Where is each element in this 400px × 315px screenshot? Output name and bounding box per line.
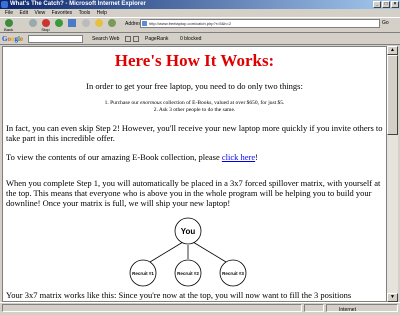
google-toolbar: Google Search Web PageRank 0 blocked [0,33,400,45]
window-title: What's The Catch? - Microsoft Internet E… [10,1,146,7]
paragraph-ebook-link: To view the contents of our amazing E-Bo… [6,152,384,162]
menu-view[interactable]: View [34,10,45,16]
google-option-2[interactable] [133,36,139,42]
go-button[interactable]: Go [382,19,398,28]
favorites-button[interactable] [93,19,104,32]
refresh-icon [54,19,63,27]
forward-button[interactable] [27,19,38,32]
star-icon [94,19,103,27]
stop-icon [41,19,50,27]
status-zone: Internet [326,304,398,313]
click-here-link[interactable]: click here [222,152,255,162]
node-recruit-2-label: Recruit #2 [177,271,199,276]
title-bar: What's The Catch? - Microsoft Internet E… [0,0,400,9]
vertical-scrollbar[interactable]: ▲ ▼ [387,46,398,302]
matrix-diagram: You Recruit #1 Recruit #2 Recruit #3 [129,217,247,287]
para2-end: ! [255,152,258,162]
close-button[interactable]: × [391,1,399,8]
back-label: Back [4,27,13,32]
back-button[interactable]: Back [3,19,14,32]
search-icon [81,19,90,27]
address-input[interactable]: http://www.freelaptop.com/catch.php?r=5&… [140,19,380,28]
ie-logo-icon [1,1,8,8]
menu-help[interactable]: Help [97,10,107,16]
paragraph-matrix-works: Your 3x7 matrix works like this: Since y… [6,290,352,300]
status-bar: Internet [0,302,400,313]
page-content: Here's How It Works: In order to get you… [2,46,387,302]
menu-edit[interactable]: Edit [19,10,28,16]
steps-list: 1. Purchase our enormous collection of E… [3,100,386,114]
google-search-input[interactable] [28,35,83,43]
popup-blocked-counter[interactable]: 0 blocked [180,36,201,42]
node-you-label: You [181,227,196,236]
stop-label: Stop [41,27,50,32]
scroll-down-button[interactable]: ▼ [387,293,398,302]
home-button[interactable] [66,19,77,32]
stop-button[interactable]: Stop [40,19,51,32]
menu-file[interactable]: File [5,10,13,16]
node-recruit-3-label: Recruit #3 [222,271,244,276]
search-web-button[interactable]: Search Web [92,36,119,42]
refresh-button[interactable] [53,19,64,32]
menu-favorites[interactable]: Favorites [52,10,73,16]
google-logo: Google [2,35,24,43]
google-option-1[interactable] [125,36,131,42]
page-icon [142,21,147,26]
step1-text-a: 1. Purchase our [104,100,141,106]
page-heading: Here's How It Works: [114,51,275,70]
step1-text-b: collection of E-Books, valued at over $6… [161,100,285,106]
status-lock [304,304,324,312]
search-button[interactable] [80,19,91,32]
home-icon [67,19,76,27]
minimize-button[interactable]: _ [373,1,381,8]
diagram-edge-1 [144,238,189,266]
para2-text: To view the contents of our amazing E-Bo… [6,152,222,162]
zone-label: Internet [339,307,356,313]
maximize-button[interactable]: □ [382,1,390,8]
step1-emphasis: enormous [140,100,162,106]
pagerank-indicator: PageRank [145,36,169,42]
step-2: 2. Ask 3 other people to do the same. [153,107,236,113]
scroll-thumb[interactable] [387,55,398,135]
step-1: 1. Purchase our enormous collection of E… [3,100,386,107]
intro-text: In order to get your free laptop, you ne… [86,81,303,91]
address-value: http://www.freelaptop.com/catch.php?r=5&… [149,21,232,26]
paragraph-matrix: When you complete Step 1, you will autom… [6,178,381,208]
scroll-up-button[interactable]: ▲ [387,46,398,55]
status-message [2,304,302,312]
node-recruit-1-label: Recruit #1 [132,271,154,276]
diagram-edge-3 [187,238,232,266]
history-icon [107,19,116,27]
forward-arrow-icon [28,19,37,27]
history-button[interactable] [106,19,117,32]
menu-bar: File Edit View Favorites Tools Help [0,9,400,17]
menu-tools[interactable]: Tools [79,10,91,16]
back-arrow-icon [4,19,13,27]
paragraph-skip-step: In fact, you can even skip Step 2! Howev… [6,123,383,143]
